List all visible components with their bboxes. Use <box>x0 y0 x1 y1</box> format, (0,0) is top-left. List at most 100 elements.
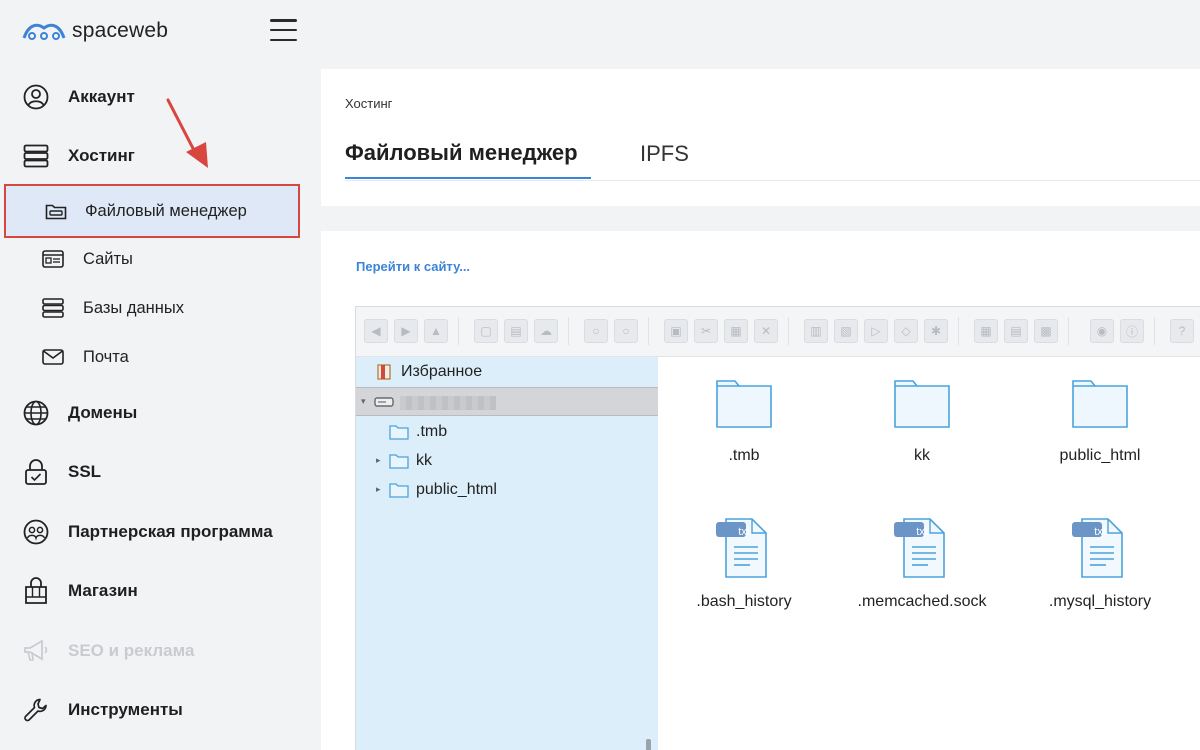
sidebar-item-label: Сайты <box>83 249 133 268</box>
file-name: .memcached.sock <box>857 593 987 610</box>
new-file-icon[interactable]: ▢ <box>474 319 498 343</box>
play-icon[interactable]: ▷ <box>864 319 888 343</box>
nav-item-domains[interactable]: Домены <box>0 388 320 438</box>
mail-icon <box>40 344 66 370</box>
tree-item-folder[interactable]: .tmb <box>356 417 658 446</box>
burger-line <box>270 28 297 32</box>
expand-caret-icon[interactable]: ▸ <box>376 455 386 466</box>
tree-item-label: public_html <box>416 480 497 498</box>
nav-item-label: Аккаунт <box>68 87 135 106</box>
upload-cloud-icon[interactable]: ☁ <box>534 319 558 343</box>
sidebar-item-label: Файловый менеджер <box>85 201 247 220</box>
list-view-icon[interactable]: ▤ <box>1004 319 1028 343</box>
redacted-hostname <box>400 396 496 410</box>
up-icon[interactable]: ▲ <box>424 319 448 343</box>
breadcrumb[interactable]: Хостинг <box>345 96 392 111</box>
copy-icon[interactable]: ▣ <box>664 319 688 343</box>
nav-item-partners[interactable]: Партнерская программа <box>0 507 320 557</box>
sidebar-item-file-manager[interactable]: Файловый менеджер <box>4 184 300 238</box>
folder-tree: Избранное ▾ .tmb ▸ kk ▸ public_html <box>356 357 658 750</box>
file-name: kk <box>914 447 930 464</box>
duplicate-icon[interactable]: ▥ <box>804 319 828 343</box>
forward-icon[interactable]: ▶ <box>394 319 418 343</box>
file-grid: .tmb kk public_html txt .bash_history tx… <box>658 357 1200 750</box>
tab-ipfs[interactable]: IPFS <box>640 129 689 179</box>
grid-view-icon[interactable]: ▦ <box>974 319 998 343</box>
download-icon[interactable]: ▤ <box>504 319 528 343</box>
resize-icon[interactable]: ◇ <box>894 319 918 343</box>
nav-item-label: SSL <box>68 462 102 481</box>
tree-item-folder[interactable]: ▸ kk <box>356 446 658 475</box>
nav-item-ssl[interactable]: SSL <box>0 447 320 497</box>
help-icon[interactable]: ? <box>1170 319 1194 343</box>
toolbar-separator <box>958 317 959 345</box>
nav-item-label: Хостинг <box>68 146 135 165</box>
cut-icon[interactable]: ✂ <box>694 319 718 343</box>
nav-item-tools[interactable]: Инструменты <box>0 685 320 735</box>
file-manager: ◀ ▶ ▲ ▢ ▤ ☁ ○ ○ ▣ ✂ ▦ ✕ ▥ ▧ ▷ ◇ ✱ ▦ ▤ ▩ <box>355 306 1200 750</box>
tree-item-favorites[interactable]: Избранное <box>356 357 658 386</box>
folder-icon <box>894 380 950 428</box>
database-icon <box>40 295 66 321</box>
file-name: .tmb <box>728 447 760 464</box>
file-manager-card: Перейти к сайту... ◀ ▶ ▲ ▢ ▤ ☁ ○ ○ ▣ ✂ ▦… <box>321 231 1200 750</box>
expand-caret-icon[interactable]: ▾ <box>361 396 371 407</box>
file-type-badge: txt <box>916 526 928 538</box>
menu-toggle-button[interactable] <box>270 19 297 41</box>
tree-item-label: kk <box>416 451 432 469</box>
delete-icon[interactable]: ✕ <box>754 319 778 343</box>
server-icon <box>22 142 50 170</box>
page-header: Хостинг Файловый менеджер IPFS <box>321 69 1200 206</box>
toolbar-separator <box>788 317 789 345</box>
nav-item-shop[interactable]: Магазин <box>0 566 320 616</box>
nav-item-label: Домены <box>68 403 138 422</box>
file-item-folder[interactable]: .tmb <box>669 379 819 499</box>
tree-item-label: Избранное <box>401 362 483 380</box>
shop-bag-icon <box>22 577 50 605</box>
sidebar-item-mail[interactable]: Почта <box>0 334 320 380</box>
tree-item-folder[interactable]: ▸ public_html <box>356 475 658 504</box>
file-name: .mysql_history <box>1048 593 1152 610</box>
tree-scrollbar[interactable] <box>646 739 651 750</box>
file-type-badge: txt <box>738 526 750 538</box>
file-item-txt[interactable]: txt .memcached.sock <box>847 517 997 637</box>
toolbar-separator <box>1068 317 1069 345</box>
rename-icon[interactable]: ▧ <box>834 319 858 343</box>
partners-icon <box>22 518 50 546</box>
folder-icon <box>716 380 772 428</box>
file-item-folder[interactable]: public_html <box>1025 379 1175 499</box>
search-icon[interactable]: ○ <box>614 319 638 343</box>
folder-icon <box>1072 380 1128 428</box>
pointer-arrow-annotation <box>166 98 208 168</box>
file-item-folder[interactable]: kk <box>847 379 997 499</box>
go-to-site-link[interactable]: Перейти к сайту... <box>356 259 470 274</box>
folder-icon <box>389 452 409 470</box>
expand-caret-icon[interactable]: ▸ <box>376 484 386 495</box>
file-item-txt[interactable]: txt .mysql_history <box>1025 517 1175 637</box>
favorites-book-icon <box>374 363 394 381</box>
sidebar-item-sites[interactable]: Сайты <box>0 236 320 282</box>
tab-file-manager[interactable]: Файловый менеджер <box>345 129 591 179</box>
folder-icon <box>389 481 409 499</box>
nav-item-label: SEO и реклама <box>68 641 195 660</box>
sort-icon[interactable]: ▩ <box>1034 319 1058 343</box>
site-card-icon <box>40 246 66 272</box>
toolbar-separator <box>458 317 459 345</box>
file-item-txt[interactable]: txt .bash_history <box>669 517 819 637</box>
back-icon[interactable]: ◀ <box>364 319 388 343</box>
burger-line <box>270 19 297 22</box>
nav-item-seo[interactable]: SEO и реклама <box>0 626 320 676</box>
preview-eye-icon[interactable]: ◉ <box>1090 319 1114 343</box>
search-icon[interactable]: ○ <box>584 319 608 343</box>
sidebar-item-databases[interactable]: Базы данных <box>0 285 320 331</box>
wrench-icon <box>22 696 50 724</box>
megaphone-icon <box>22 637 50 665</box>
logo[interactable]: spaceweb <box>22 16 168 46</box>
tree-item-label: .tmb <box>416 422 448 440</box>
tools-icon[interactable]: ✱ <box>924 319 948 343</box>
info-icon[interactable]: ⓘ <box>1120 319 1144 343</box>
toolbar-separator <box>1154 317 1155 345</box>
tree-item-root[interactable]: ▾ <box>356 387 658 416</box>
paste-icon[interactable]: ▦ <box>724 319 748 343</box>
file-name: .bash_history <box>696 593 792 610</box>
